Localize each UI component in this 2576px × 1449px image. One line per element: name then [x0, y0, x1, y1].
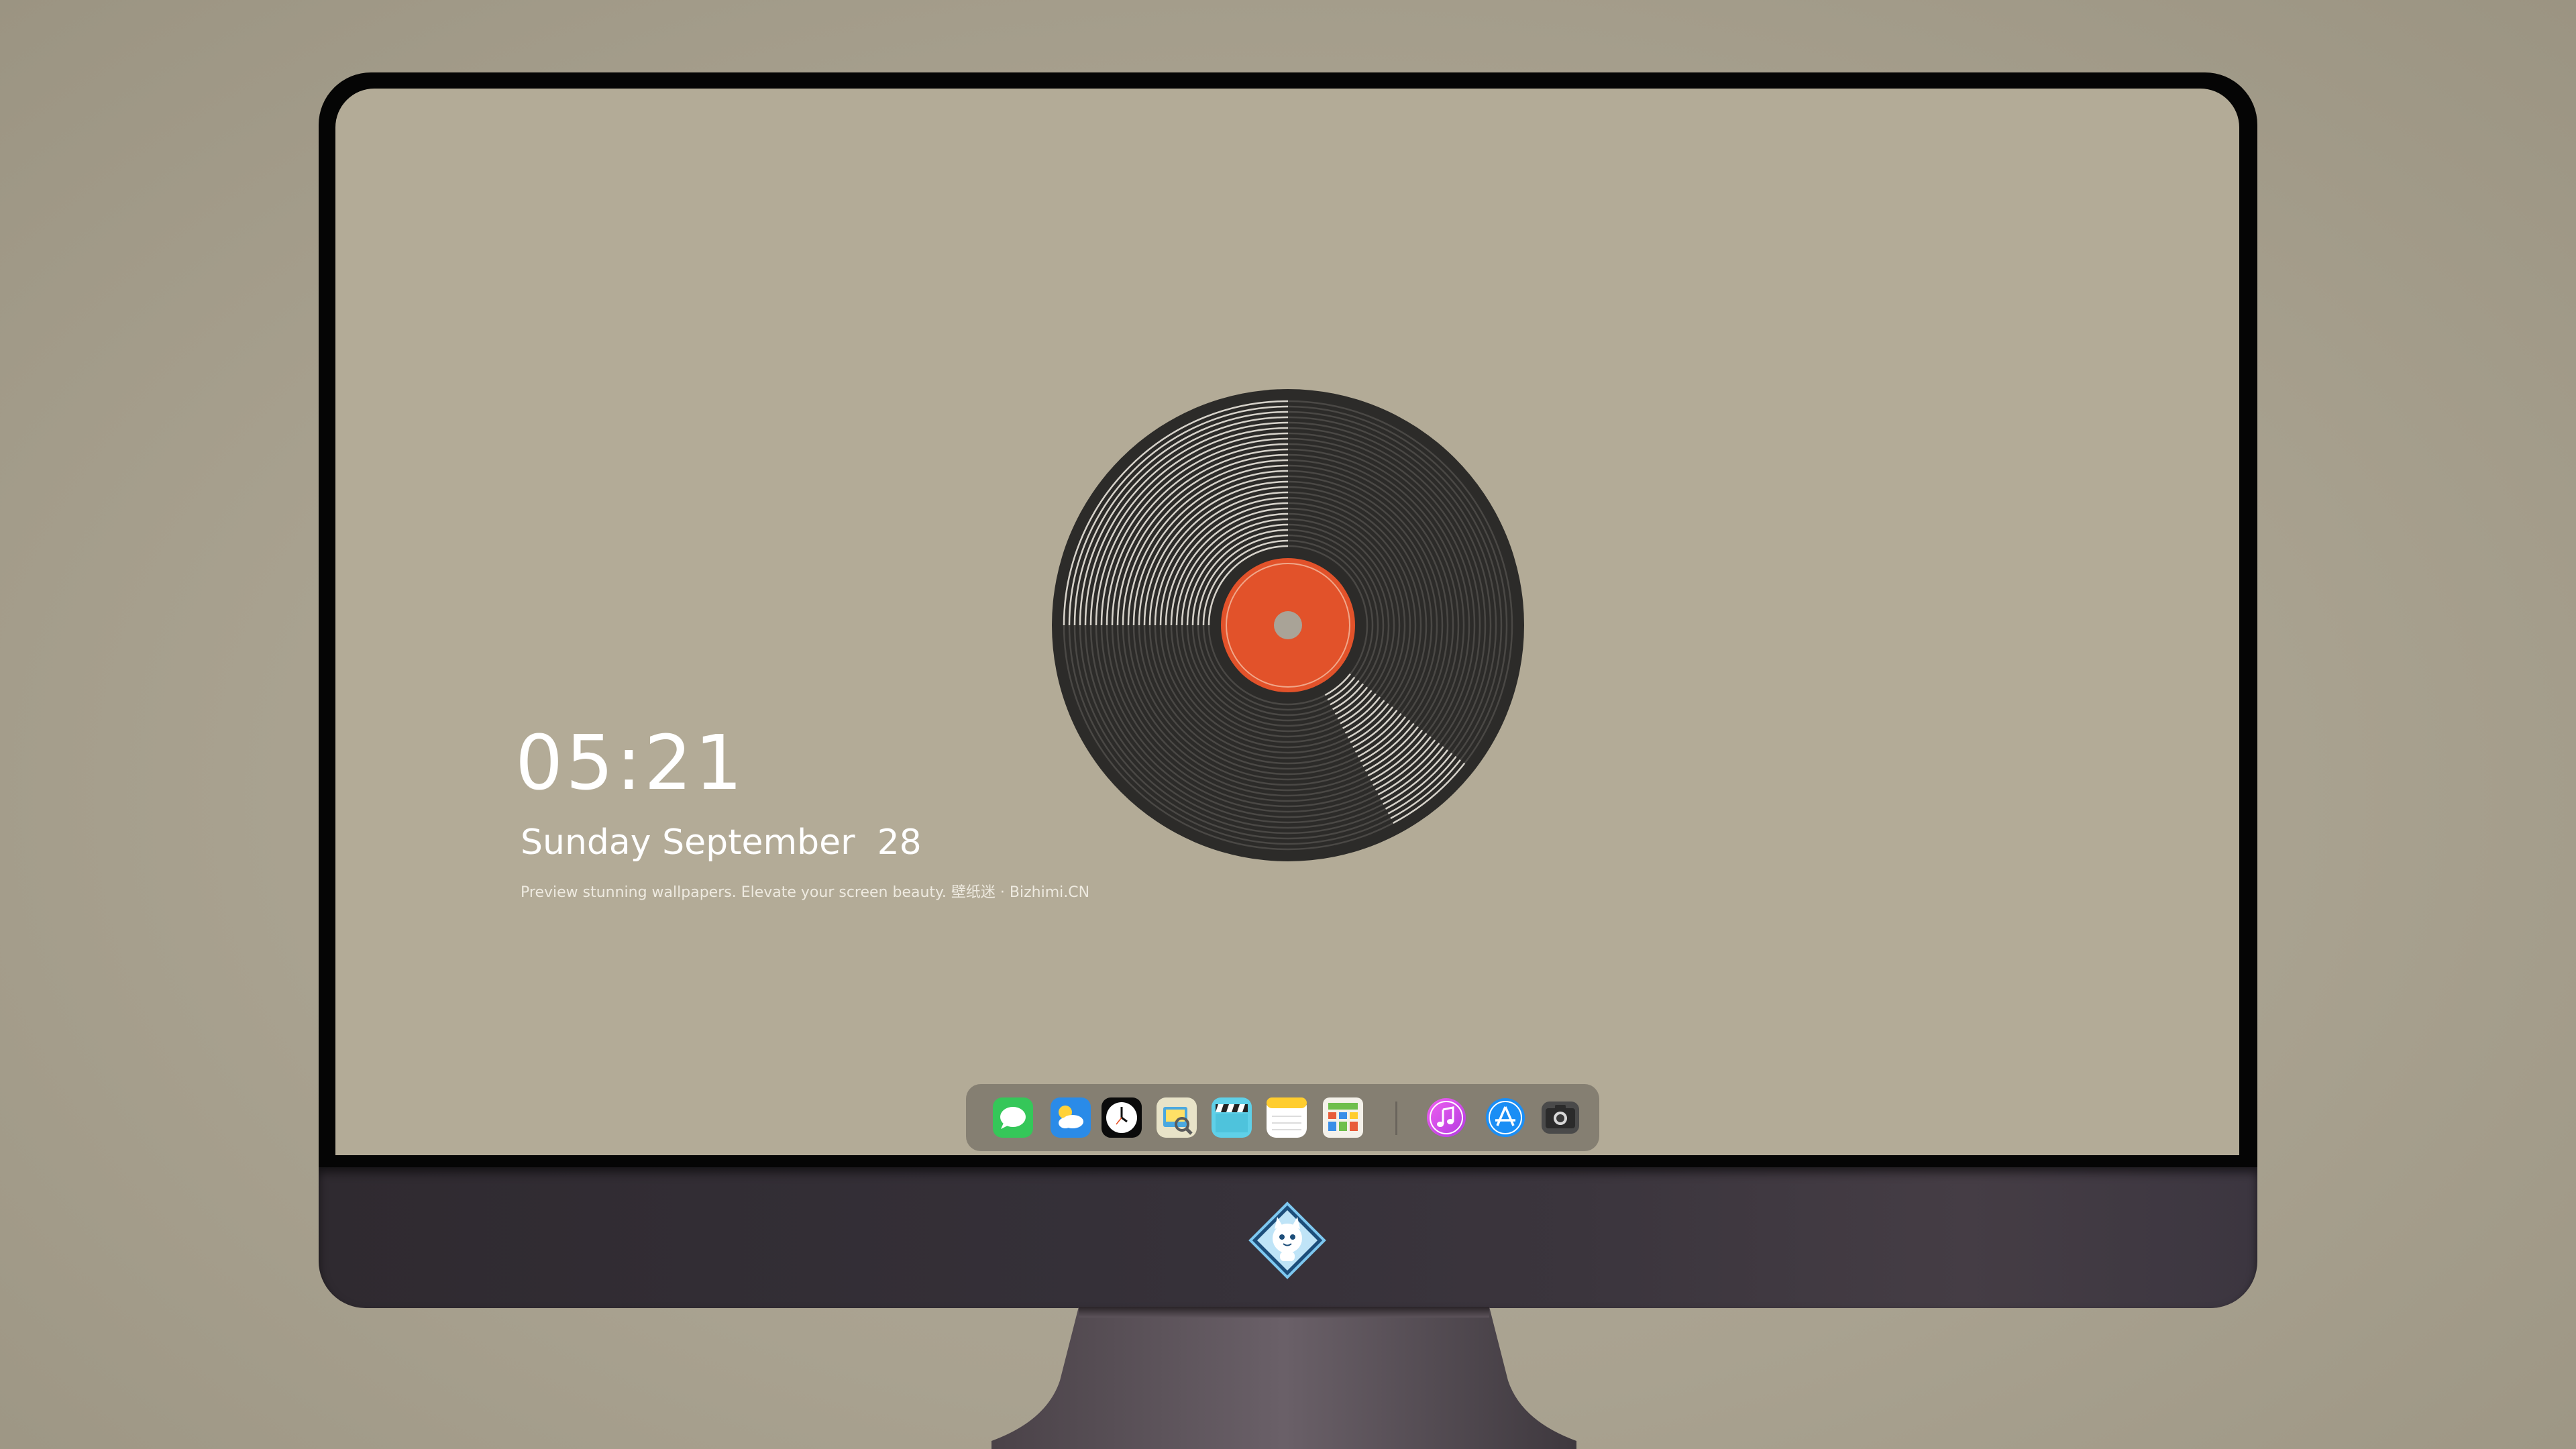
numbers-icon: [1323, 1097, 1363, 1138]
clock-icon: [1102, 1097, 1142, 1138]
dock: [966, 1084, 1599, 1151]
weather-icon: [1051, 1097, 1091, 1138]
notes-app[interactable]: [1267, 1097, 1307, 1138]
clock-time: 05:21: [515, 720, 745, 807]
messages-app[interactable]: [993, 1097, 1033, 1138]
camera-icon: [1542, 1102, 1579, 1134]
numbers-app[interactable]: [1323, 1097, 1363, 1138]
monitor-stand: [991, 1307, 1576, 1449]
camera-app[interactable]: [1540, 1097, 1580, 1138]
preview-icon: [1157, 1097, 1197, 1138]
date-label: Sunday September 28: [521, 822, 922, 863]
cat-mascot-icon: [1248, 1201, 1326, 1279]
clips-app[interactable]: [1212, 1097, 1252, 1138]
messages-icon: [993, 1097, 1033, 1138]
desktop-screen: 05:21 Sunday September 28 Preview stunni…: [335, 89, 2239, 1155]
preview-app[interactable]: [1157, 1097, 1197, 1138]
cat-mascot-logo: [1248, 1201, 1327, 1280]
vinyl-record-graphic: [1052, 389, 1524, 861]
app-store-app[interactable]: [1485, 1097, 1525, 1138]
music-note-icon: [1427, 1098, 1466, 1137]
clapperboard-icon: [1212, 1097, 1252, 1138]
itunes-app[interactable]: [1426, 1097, 1466, 1138]
vinyl-record-wallpaper: [1046, 384, 1529, 867]
wallpaper-tagline: Preview stunning wallpapers. Elevate you…: [521, 884, 1090, 901]
clock-app[interactable]: [1102, 1097, 1142, 1138]
app-store-icon: [1486, 1098, 1525, 1137]
dock-separator: [1395, 1102, 1397, 1135]
weather-app[interactable]: [1051, 1097, 1091, 1138]
notes-icon: [1267, 1097, 1307, 1138]
